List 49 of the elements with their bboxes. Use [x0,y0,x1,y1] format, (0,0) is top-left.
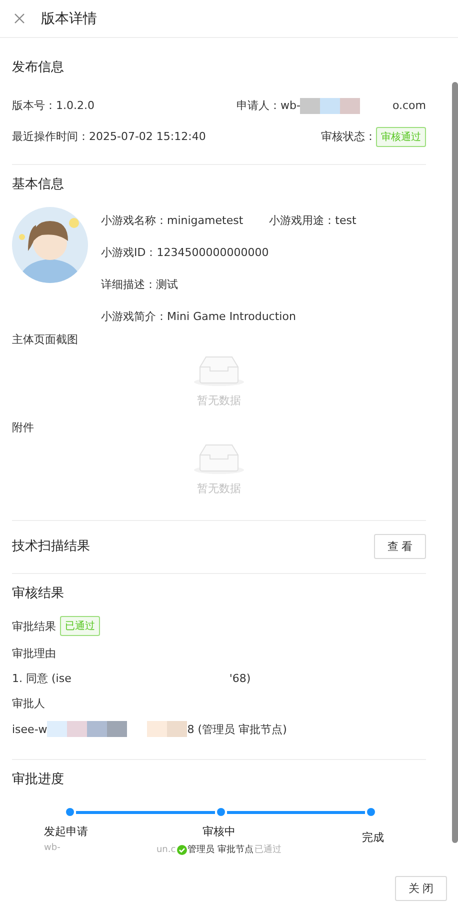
view-button[interactable]: 查 看 [374,534,426,558]
step-detail: 管理员 审批节点 [188,844,254,856]
field-label: 审批理由 [12,646,56,661]
field-value: o.com [392,99,426,112]
field-text: 小游戏ID：1234500000000000 [101,245,269,260]
field-label: 审批结果 [12,618,56,634]
subsection-label: 附件 [12,420,34,435]
approver-text: 8 (管理员 审批节点) [187,722,287,736]
step-dot [367,808,375,816]
check-circle-icon [176,844,187,854]
section-title: 发布信息 [12,59,65,76]
field-text: 小游戏名称：minigametest [101,213,244,228]
step-detail: wb- [44,843,60,853]
blur-mask [300,98,360,114]
step-label: 审核中 [202,824,236,839]
reason-text: 1. 同意 (ise [12,671,72,686]
field-label: 审批人 [12,696,45,711]
field-text: 版本号：1.0.2.0 [12,98,94,113]
field-value: wb- [280,99,300,112]
empty-text: 暂无数据 [197,393,241,408]
step-dot [216,808,224,816]
close-button[interactable]: 关 闭 [395,876,447,901]
step-label: 发起申请 [44,824,88,839]
section-title: 审核结果 [12,585,65,602]
status-tag: 已通过 [60,616,100,636]
field-text: 详细描述：测试 [101,277,178,292]
empty-inbox-icon [193,355,245,387]
status-tag: 审核通过 [376,126,426,146]
step-status: 已通过 [254,844,282,856]
close-icon[interactable] [14,13,25,24]
scrollbar[interactable] [452,82,458,843]
step-dot [66,808,74,816]
drawer-title: 版本详情 [41,10,97,28]
field-label: 审核状态： [321,129,376,144]
field-label: 申请人： [236,98,281,113]
step-label: 完成 [362,830,384,845]
blur-mask [147,721,188,737]
field-text: 小游戏用途：test [269,213,356,228]
field-text: 小游戏简介：Mini Game Introduction [101,309,296,324]
field-text: 最近操作时间：2025-07-02 15:12:40 [12,129,206,144]
empty-text: 暂无数据 [197,481,241,496]
subsection-label: 主体页面截图 [12,332,78,347]
reason-text: '68) [229,672,251,685]
step-detail: un.c [156,844,176,854]
section-title: 基本信息 [12,176,65,193]
approver-text: isee-w [12,722,48,736]
section-title: 技术扫描结果 [12,538,90,555]
section-title: 审批进度 [12,771,65,788]
empty-inbox-icon [193,443,245,475]
